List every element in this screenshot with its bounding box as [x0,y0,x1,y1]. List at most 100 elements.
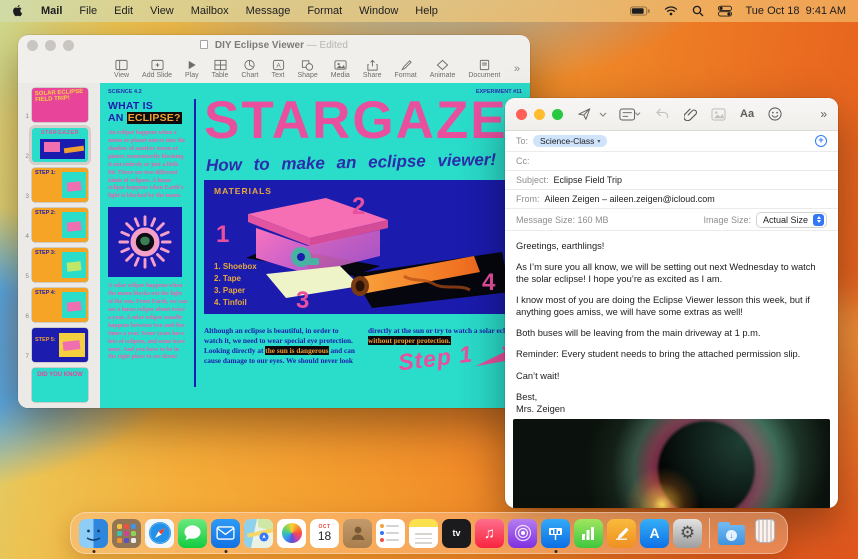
dock-item-launchpad[interactable] [112,518,141,548]
dock-item-messages[interactable] [178,518,207,548]
body-paragraph: I know most of you are doing the Eclipse… [516,295,810,318]
slide-thumbnail-8[interactable]: DID YOU KNOW [32,368,88,402]
dock-item-appstore[interactable]: A [640,518,669,548]
send-options-chevron-icon[interactable] [599,112,607,117]
menu-item-mail[interactable]: Mail [41,5,62,17]
dock-item-maps[interactable] [244,518,273,548]
menu-item-help[interactable]: Help [415,5,438,17]
share-button[interactable]: Share [363,59,382,79]
menu-item-window[interactable]: Window [359,5,398,17]
dock-item-reminders[interactable] [376,518,405,548]
eclipse-photo-attachment[interactable] [513,418,830,508]
close-button[interactable] [516,108,527,120]
slide-thumbnail-1[interactable]: SOLAR ECLIPSE FIELD TRIP! [32,88,88,122]
stepper-icon [813,213,824,226]
table-button[interactable]: Table [212,59,228,79]
dock-item-mail[interactable] [211,518,240,553]
spotlight-search-icon[interactable] [692,5,704,17]
minimize-button[interactable] [534,108,545,120]
dock-item-numbers[interactable] [574,518,603,548]
zoom-button[interactable] [552,108,563,120]
message-size: Message Size: 160 MB [516,214,609,225]
dock-item-settings[interactable]: ⚙ [673,518,702,548]
menu-item-view[interactable]: View [150,5,174,17]
subject-value: Eclipse Field Trip [553,175,623,185]
add-slide-button[interactable]: Add Slide [142,59,172,79]
format-button[interactable]: Format [395,59,417,79]
dock-item-tv[interactable]: tv [442,518,471,548]
menu-item-file[interactable]: File [79,5,97,17]
toolbar-overflow-button[interactable]: » [514,63,520,75]
body-paragraph: As I’m sure you all know, we will be set… [516,262,816,285]
slide-thumbnail-6[interactable]: STEP 4: [32,288,88,322]
mail-compose-window: Aa » To: Science-Class ▾ + Cc: Subject: E… [505,98,838,508]
dock-item-contacts[interactable] [343,518,372,548]
slide-thumbnail-2-selected[interactable]: STARGAZER [29,125,91,165]
text-button[interactable]: A Text [272,59,285,79]
slide-subtitle: How to make an eclipse viewer! [205,149,497,176]
keynote-titlebar: DIY Eclipse Viewer — Edited [18,35,530,56]
svg-text:3: 3 [296,287,309,314]
dock-item-downloads[interactable]: ↓ [717,519,746,548]
media-button[interactable]: Media [331,59,350,79]
insert-photo-button[interactable] [711,107,726,121]
control-center-icon[interactable] [717,5,732,17]
dock-item-trash[interactable] [750,518,779,548]
recipient-token[interactable]: Science-Class ▾ [533,135,608,147]
dock-item-pages[interactable] [607,518,636,548]
dock-item-finder[interactable] [79,518,108,553]
wifi-icon[interactable] [664,6,678,16]
menu-item-format[interactable]: Format [307,5,342,17]
toolbar-overflow-button[interactable]: » [820,107,827,121]
image-size-select[interactable]: Actual Size [755,211,827,228]
from-field[interactable]: From: Aileen Zeigen – aileen.zeigen@iclo… [505,190,838,209]
menu-item-edit[interactable]: Edit [114,5,133,17]
slide-thumbnail-3[interactable]: STEP 1: [32,168,88,202]
slide-thumbnail-4[interactable]: STEP 2: [32,208,88,242]
dock-item-photos[interactable] [277,518,306,548]
reply-button[interactable] [655,108,670,120]
body-paragraph: Greetings, earthlings! [516,241,605,251]
menu-item-mailbox[interactable]: Mailbox [191,5,229,17]
add-recipient-button[interactable]: + [815,135,827,147]
slide-paragraph-1: An eclipse happens when a moon or planet… [108,130,186,200]
apple-menu-icon[interactable] [12,4,25,18]
attach-button[interactable] [684,107,697,121]
dock-item-keynote[interactable] [541,518,570,553]
send-button[interactable] [577,107,592,121]
slide-navigator: 1 SOLAR ECLIPSE FIELD TRIP! 2 STARGAZER … [18,83,100,408]
menu-clock[interactable]: Tue Oct 18 9:41 AM [746,5,847,17]
dock-item-notes[interactable] [409,518,438,548]
svg-text:4: 4 [482,269,496,296]
subject-field[interactable]: Subject: Eclipse Field Trip [505,171,838,190]
animate-button[interactable]: Animate [430,59,455,79]
dock-item-music[interactable]: ♫ [475,518,504,548]
cc-field[interactable]: Cc: [505,152,838,171]
play-button[interactable]: Play [185,59,199,79]
slide-thumbnail-5[interactable]: STEP 3: [32,248,88,282]
slide-thumbnail-7[interactable]: STEP 5: [32,328,88,362]
document-button[interactable]: Document [468,59,500,79]
format-text-button[interactable]: Aa [740,108,754,120]
running-indicator [224,549,227,553]
view-button[interactable]: View [114,59,129,79]
document-proxy-icon[interactable] [200,40,209,49]
sun-illustration [108,207,182,278]
header-fields-button[interactable] [619,107,641,121]
emoji-button[interactable] [768,107,782,121]
keynote-toolbar: View Add Slide Play Table Chart A Text Sh… [18,56,530,83]
menu-item-message[interactable]: Message [246,5,291,17]
keynote-window: DIY Eclipse Viewer — Edited View Add Sli… [18,35,530,408]
dock-item-safari[interactable] [145,518,174,548]
dock-item-podcasts[interactable] [508,518,537,548]
shape-button[interactable]: Shape [298,59,318,79]
slide-canvas[interactable]: SCIENCE 4.2 EXPERIMENT #11 WHAT IS AN EC… [100,83,530,408]
battery-icon[interactable] [629,6,650,16]
svg-text:2: 2 [352,193,365,220]
to-field[interactable]: To: Science-Class ▾ + [505,131,838,152]
chart-button[interactable]: Chart [241,59,259,79]
dock-separator [709,518,710,548]
dock-item-calendar[interactable]: OCT 18 [310,518,339,548]
slide-paragraph-2: A solar eclipse happens when the moon bl… [108,283,188,361]
message-body[interactable]: Greetings, earthlings! As I’m sure you a… [505,231,838,417]
